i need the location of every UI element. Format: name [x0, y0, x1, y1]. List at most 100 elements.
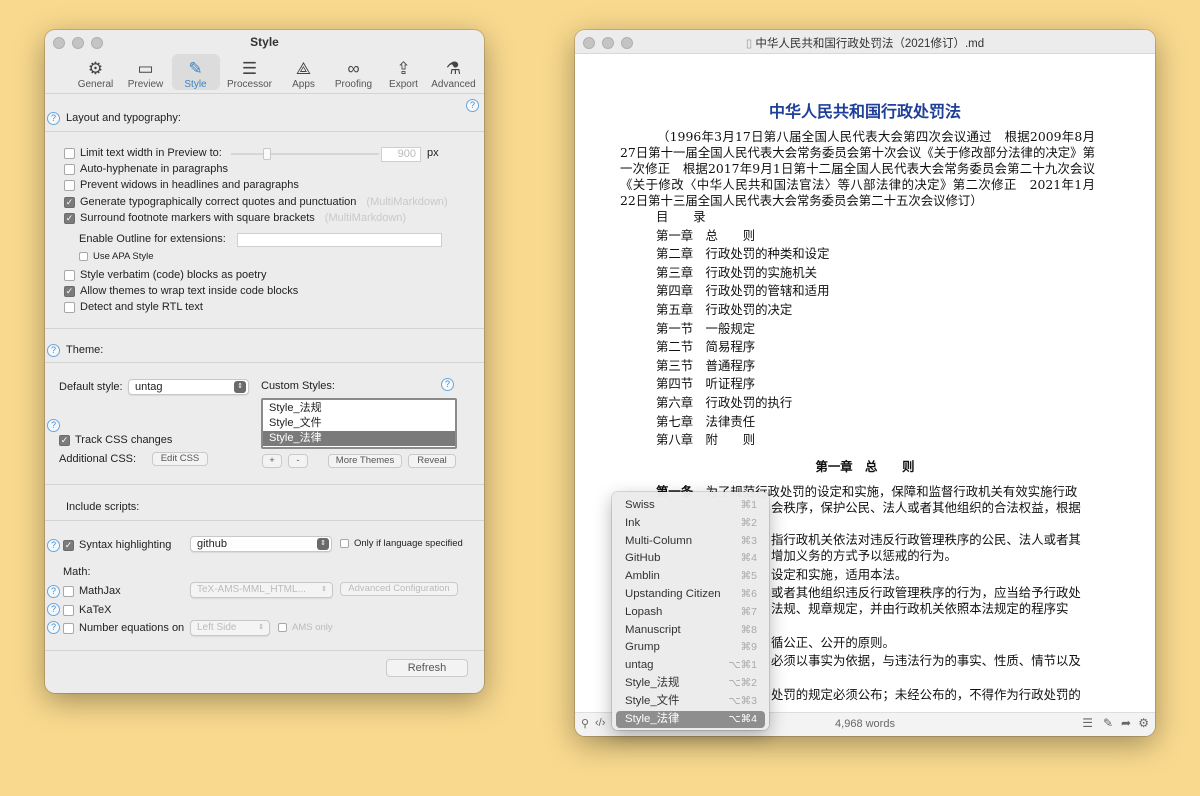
help-button[interactable]: ?: [47, 585, 60, 598]
only-if-row: Only if language specified: [340, 538, 463, 549]
rtl-checkbox[interactable]: [64, 301, 75, 313]
quotes-hint: (MultiMarkdown): [366, 196, 448, 208]
help-button[interactable]: ?: [47, 603, 60, 616]
menu-item-style-wenjian[interactable]: Style_文件 ⌥⌘3: [616, 693, 765, 711]
ams-only-checkbox[interactable]: [278, 623, 287, 632]
menu-shortcut: ⌥⌘4: [728, 712, 757, 725]
help-button[interactable]: ?: [466, 99, 479, 112]
list-item[interactable]: Style_法规: [263, 401, 455, 416]
wrap-checkbox[interactable]: ✓: [64, 285, 75, 297]
help-button[interactable]: ?: [47, 344, 60, 357]
section-divider: [45, 520, 484, 521]
menu-item-amblin[interactable]: Amblin ⌘5: [616, 568, 765, 586]
menu-item-lopash[interactable]: Lopash ⌘7: [616, 604, 765, 622]
help-button[interactable]: ?: [47, 621, 60, 634]
toc-list-icon[interactable]: ☰: [1082, 716, 1093, 730]
auto-hyphen-label: Auto-hyphenate in paragraphs: [80, 163, 228, 175]
more-themes-button[interactable]: More Themes: [328, 454, 402, 468]
tab-label: Proofing: [334, 79, 373, 90]
tab-style[interactable]: ✎ Style: [171, 54, 220, 90]
titlebar: ▯ 中华人民共和国行政处罚法（2021修订）.md: [575, 30, 1155, 54]
gear-icon[interactable]: ⚙: [1138, 716, 1149, 730]
number-eq-checkbox[interactable]: [63, 622, 74, 634]
menu-item-grump[interactable]: Grump ⌘9: [616, 639, 765, 657]
tab-label: Preview: [127, 79, 164, 90]
tab-apps[interactable]: ⟁ Apps: [280, 54, 328, 91]
tab-general[interactable]: ⚙ General: [72, 54, 120, 91]
number-eq-popup[interactable]: Left Side ⇕: [190, 620, 270, 636]
additional-css-label: Additional CSS:: [59, 453, 137, 465]
edit-css-button[interactable]: Edit CSS: [152, 452, 208, 466]
intro-paragraph: （1996年3月17日第八届全国人民代表大会第四次会议通过 根据2009年8月2…: [620, 129, 1095, 208]
pen-icon[interactable]: ✎: [1103, 716, 1113, 730]
widows-checkbox[interactable]: [64, 179, 75, 191]
add-style-button[interactable]: +: [262, 454, 282, 468]
footnote-checkbox[interactable]: ✓: [64, 212, 75, 224]
help-button[interactable]: ?: [47, 112, 60, 125]
toc-item: 第七章 法律责任: [656, 413, 756, 429]
tab-label: Processor: [226, 79, 272, 90]
section-divider: [45, 650, 484, 651]
width-slider-track: [231, 153, 379, 155]
only-if-label: Only if language specified: [354, 538, 463, 549]
outline-extensions-field[interactable]: [237, 233, 442, 247]
quotes-row: ✓ Generate typographically correct quotes…: [64, 196, 448, 208]
menu-item-manuscript[interactable]: Manuscript ⌘8: [616, 622, 765, 640]
menu-item-swiss[interactable]: Swiss ⌘1: [616, 497, 765, 515]
auto-hyphen-checkbox[interactable]: [64, 163, 75, 175]
menu-item-style-fagui[interactable]: Style_法规 ⌥⌘2: [616, 675, 765, 693]
section-divider: [45, 362, 484, 363]
tab-preview[interactable]: ▭ Preview: [122, 54, 170, 91]
syntax-checkbox[interactable]: ✓: [63, 539, 74, 551]
chevron-updown-icon: ⇕: [317, 538, 329, 550]
menu-item-ink[interactable]: Ink ⌘2: [616, 515, 765, 533]
verbatim-checkbox[interactable]: [64, 269, 75, 281]
limit-width-label: Limit text width in Preview to:: [80, 147, 222, 159]
limit-width-checkbox[interactable]: [64, 147, 75, 159]
help-button[interactable]: ?: [47, 539, 60, 552]
menu-shortcut: ⌘8: [740, 623, 757, 636]
track-css-checkbox[interactable]: ✓: [59, 434, 70, 446]
tab-proofing[interactable]: ∞ Proofing: [330, 54, 378, 91]
menu-item-label: Style_法规: [625, 676, 680, 689]
default-style-value: untag: [135, 381, 163, 393]
menu-item-style-falv[interactable]: Style_法律 ⌥⌘4: [616, 710, 765, 729]
only-if-checkbox[interactable]: [340, 539, 349, 548]
mathjax-checkbox[interactable]: [63, 585, 74, 597]
menu-shortcut: ⌥⌘2: [728, 676, 757, 689]
tab-advanced[interactable]: ⚗ Advanced: [430, 54, 478, 91]
export-icon: ⇪: [396, 59, 411, 78]
syntax-theme-popup[interactable]: github ⇕: [190, 536, 332, 552]
default-style-popup[interactable]: untag ⇕: [128, 379, 249, 395]
refresh-button[interactable]: Refresh: [386, 659, 468, 677]
footnote-hint: (MultiMarkdown): [324, 212, 407, 224]
width-slider-thumb[interactable]: [263, 148, 271, 160]
mathjax-config-popup[interactable]: TeX-AMS-MML_HTML... ⇕: [190, 582, 333, 598]
list-item[interactable]: Style_法律: [263, 431, 455, 446]
list-item[interactable]: Style_文件: [263, 416, 455, 431]
tab-processor[interactable]: ☰ Processor: [222, 54, 278, 91]
article-line: 循公正、公开的原则。: [771, 635, 895, 650]
katex-checkbox[interactable]: [63, 604, 74, 616]
section-divider: [45, 328, 484, 329]
help-button[interactable]: ?: [441, 378, 454, 391]
menu-shortcut: ⌘6: [740, 587, 757, 600]
width-value-field[interactable]: 900: [381, 147, 421, 162]
tab-export[interactable]: ⇪ Export: [380, 54, 428, 91]
apa-checkbox[interactable]: [79, 252, 88, 261]
document-title-text: 中华人民共和国行政处罚法（2021修订）.md: [755, 38, 985, 50]
help-button[interactable]: ?: [47, 419, 60, 432]
menu-item-github[interactable]: GitHub ⌘4: [616, 550, 765, 568]
share-icon[interactable]: ➦: [1121, 716, 1131, 730]
quotes-checkbox[interactable]: ✓: [64, 196, 75, 208]
menu-item-label: Style_法律: [625, 712, 680, 725]
menu-item-multi-column[interactable]: Multi-Column ⌘3: [616, 533, 765, 551]
menu-item-upstanding-citizen[interactable]: Upstanding Citizen ⌘6: [616, 586, 765, 604]
menu-shortcut: ⌘5: [740, 570, 757, 583]
remove-style-button[interactable]: -: [288, 454, 308, 468]
reveal-button[interactable]: Reveal: [408, 454, 456, 468]
toc-item: 第四节 听证程序: [656, 376, 756, 392]
menu-item-untag[interactable]: untag ⌥⌘1: [616, 657, 765, 675]
style-icon: ✎: [188, 59, 203, 78]
advanced-config-button[interactable]: Advanced Configuration: [340, 582, 458, 596]
